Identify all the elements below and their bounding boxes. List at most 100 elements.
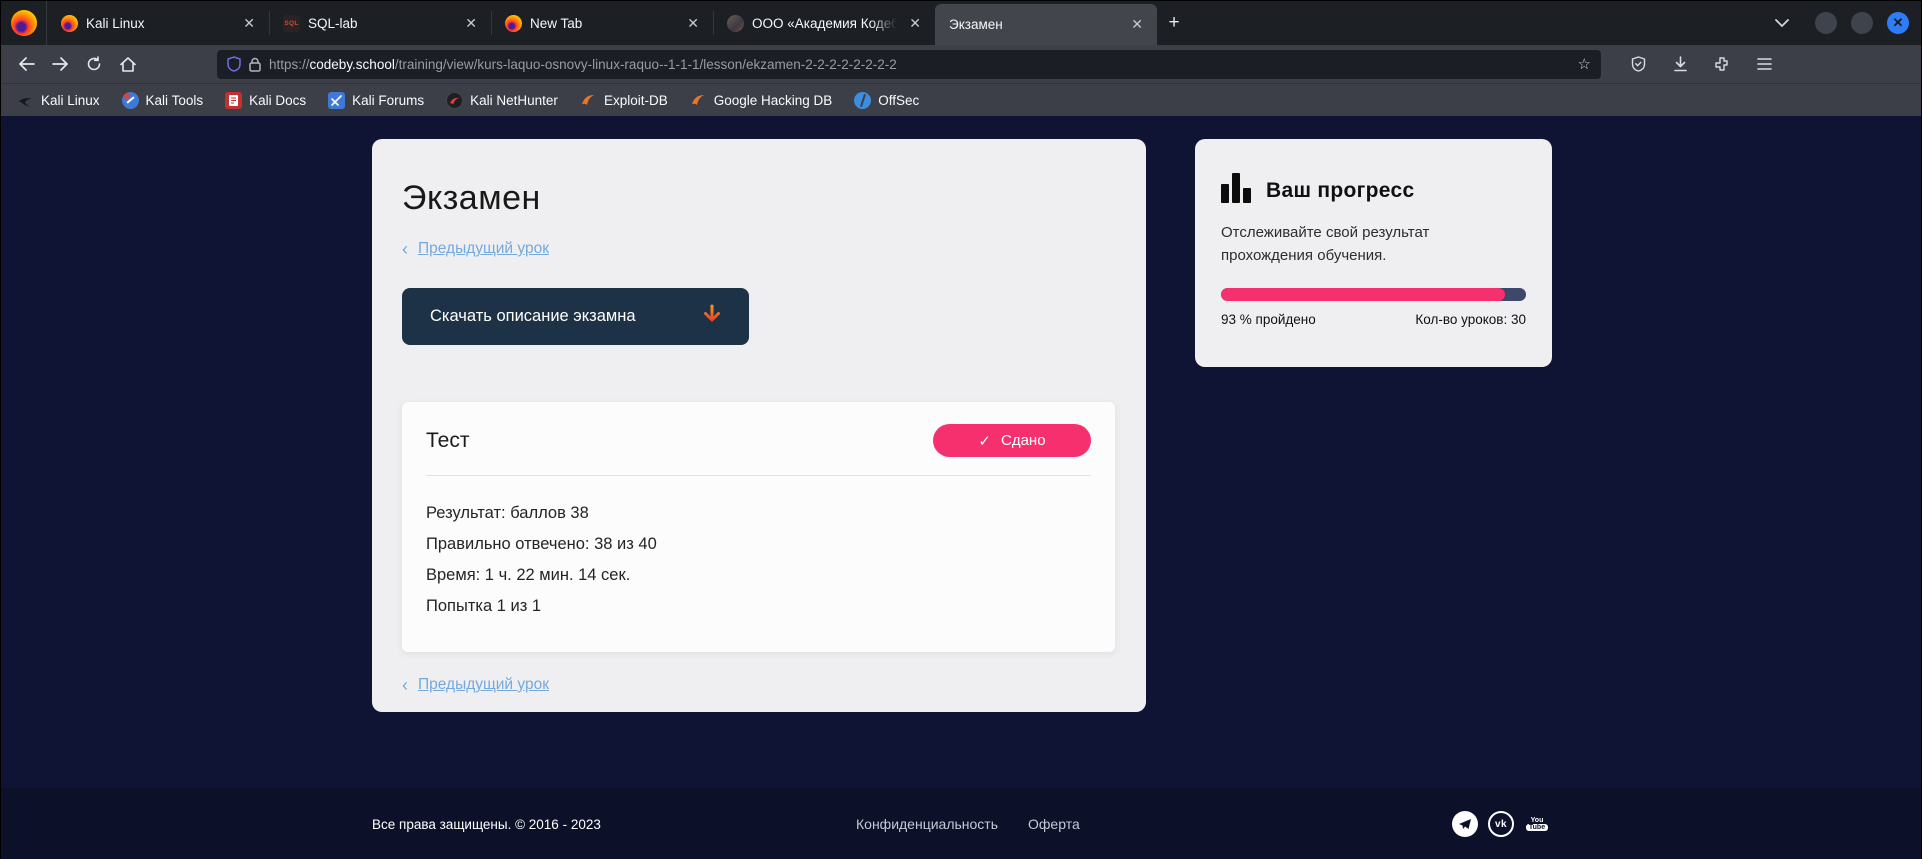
tab-academy[interactable]: ООО «Академия Кодеба ✕ [713, 1, 935, 45]
bookmark-kali-nethunter[interactable]: Kali NetHunter [446, 92, 558, 109]
bookmark-label: OffSec [878, 93, 919, 108]
lessons-count-label: Кол-во уроков: 30 [1415, 312, 1526, 327]
page-footer: Все права защищены. © 2016 - 2023 Конфид… [1, 788, 1921, 859]
copyright-text: Все права защищены. © 2016 - 2023 [372, 817, 601, 832]
download-exam-description-button[interactable]: Скачать описание экзамна [402, 288, 749, 345]
bookmark-label: Kali Linux [41, 93, 100, 108]
lock-icon[interactable] [249, 57, 261, 72]
offsec-icon [854, 92, 871, 109]
tab-title: ООО «Академия Кодеба [752, 16, 897, 31]
bookmark-kali-linux[interactable]: Kali Linux [17, 92, 100, 109]
firefox-menu-logo[interactable] [1, 1, 47, 45]
reload-icon[interactable] [79, 50, 109, 78]
protections-shield-icon[interactable] [1623, 50, 1653, 78]
browser-window: Kali Linux ✕ SQL SQL-lab ✕ New Tab ✕ ООО… [0, 0, 1922, 859]
tab-title: Экзамен [949, 17, 1119, 32]
bookmarks-bar: Kali Linux Kali Tools Kali Docs Kali For… [1, 83, 1921, 116]
previous-lesson-label[interactable]: Предыдущий урок [418, 676, 549, 694]
firefox-icon [61, 15, 78, 32]
bar-chart-icon [1221, 173, 1251, 203]
bookmark-label: Google Hacking DB [714, 93, 833, 108]
exam-card: Экзамен ‹ Предыдущий урок Скачать описан… [372, 139, 1146, 712]
telegram-icon[interactable] [1452, 811, 1478, 837]
url-bar[interactable]: https://codeby.school/training/view/kurs… [217, 50, 1601, 79]
tab-kali-linux[interactable]: Kali Linux ✕ [47, 1, 269, 45]
maximize-button[interactable] [1851, 12, 1873, 34]
bookmark-label: Exploit-DB [604, 93, 668, 108]
result-score: Результат: баллов 38 [426, 498, 1091, 529]
bookmark-star-icon[interactable]: ☆ [1578, 55, 1591, 73]
previous-lesson-link-bottom[interactable]: ‹ Предыдущий урок [402, 676, 1116, 694]
bookmark-kali-forums[interactable]: Kali Forums [328, 92, 424, 109]
youtube-icon[interactable]: You Tube [1524, 811, 1550, 837]
kali-forums-icon [328, 92, 345, 109]
test-title: Тест [426, 429, 469, 453]
menu-hamburger-icon[interactable] [1749, 50, 1779, 78]
result-correct: Правильно отвечено: 38 из 40 [426, 529, 1091, 560]
download-icon [701, 304, 723, 330]
progress-description: Отслеживайте свой результат прохождения … [1221, 221, 1461, 268]
progress-bar [1221, 288, 1526, 301]
chevron-down-icon[interactable] [1775, 19, 1801, 28]
page-title: Экзамен [402, 179, 1116, 218]
result-time: Время: 1 ч. 22 мин. 14 сек. [426, 560, 1091, 591]
test-result-card: Тест ✓ Сдано Результат: баллов 38 Правил… [402, 402, 1115, 652]
privacy-link[interactable]: Конфиденциальность [856, 816, 998, 832]
chevron-left-icon: ‹ [402, 240, 408, 258]
bookmark-google-hacking-db[interactable]: Google Hacking DB [690, 92, 833, 109]
close-icon[interactable]: ✕ [1127, 14, 1147, 35]
tab-bar: Kali Linux ✕ SQL SQL-lab ✕ New Tab ✕ ООО… [1, 1, 1921, 45]
close-icon[interactable]: ✕ [683, 13, 703, 34]
badge-label: Сдано [1001, 432, 1046, 449]
tracking-shield-icon[interactable] [227, 56, 241, 72]
back-icon[interactable] [11, 50, 41, 78]
kali-dragon-icon [17, 92, 34, 109]
close-icon[interactable]: ✕ [905, 13, 925, 34]
extensions-puzzle-icon[interactable] [1707, 50, 1737, 78]
bookmark-exploit-db[interactable]: Exploit-DB [580, 92, 668, 109]
forward-icon[interactable] [45, 50, 75, 78]
window-close-button[interactable]: ✕ [1887, 12, 1909, 34]
tab-sql-lab[interactable]: SQL SQL-lab ✕ [269, 1, 491, 45]
progress-card: Ваш прогресс Отслеживайте свой результат… [1195, 139, 1552, 367]
close-icon[interactable]: ✕ [239, 13, 259, 34]
chevron-left-icon: ‹ [402, 676, 408, 694]
kali-tools-icon [122, 92, 139, 109]
tab-ekzamen-active[interactable]: Экзамен ✕ [935, 4, 1157, 45]
status-badge-passed: ✓ Сдано [933, 424, 1091, 457]
exploit-db-icon [580, 92, 597, 109]
downloads-icon[interactable] [1665, 50, 1695, 78]
offer-link[interactable]: Оферта [1028, 816, 1080, 832]
check-icon: ✓ [978, 432, 991, 450]
url-text: https://codeby.school/training/view/kurs… [269, 57, 1570, 72]
navigation-toolbar: https://codeby.school/training/view/kurs… [1, 45, 1921, 83]
previous-lesson-label[interactable]: Предыдущий урок [418, 240, 549, 258]
test-results: Результат: баллов 38 Правильно отвечено:… [426, 498, 1091, 622]
close-icon[interactable]: ✕ [461, 13, 481, 34]
bookmark-offsec[interactable]: OffSec [854, 92, 919, 109]
kali-nethunter-icon [446, 92, 463, 109]
download-button-label: Скачать описание экзамна [430, 307, 636, 326]
vk-icon[interactable]: vk [1488, 811, 1514, 837]
bookmark-label: Kali NetHunter [470, 93, 558, 108]
previous-lesson-link-top[interactable]: ‹ Предыдущий урок [402, 240, 1116, 258]
progress-percent-label: 93 % пройдено [1221, 312, 1316, 327]
bookmark-kali-tools[interactable]: Kali Tools [122, 92, 204, 109]
bookmark-kali-docs[interactable]: Kali Docs [225, 92, 306, 109]
divider [426, 475, 1091, 476]
home-icon[interactable] [113, 50, 143, 78]
bookmark-label: Kali Tools [146, 93, 204, 108]
academy-favicon [727, 15, 744, 32]
tab-new-tab[interactable]: New Tab ✕ [491, 1, 713, 45]
sql-favicon: SQL [283, 15, 300, 32]
new-tab-button[interactable]: + [1157, 1, 1191, 45]
result-attempt: Попытка 1 из 1 [426, 591, 1091, 622]
firefox-icon [505, 15, 522, 32]
kali-docs-icon [225, 92, 242, 109]
tab-title: Kali Linux [86, 16, 231, 31]
page-content: Экзамен ‹ Предыдущий урок Скачать описан… [1, 116, 1921, 859]
minimize-button[interactable] [1815, 12, 1837, 34]
bookmark-label: Kali Docs [249, 93, 306, 108]
bookmark-label: Kali Forums [352, 93, 424, 108]
progress-bar-fill [1221, 288, 1505, 301]
